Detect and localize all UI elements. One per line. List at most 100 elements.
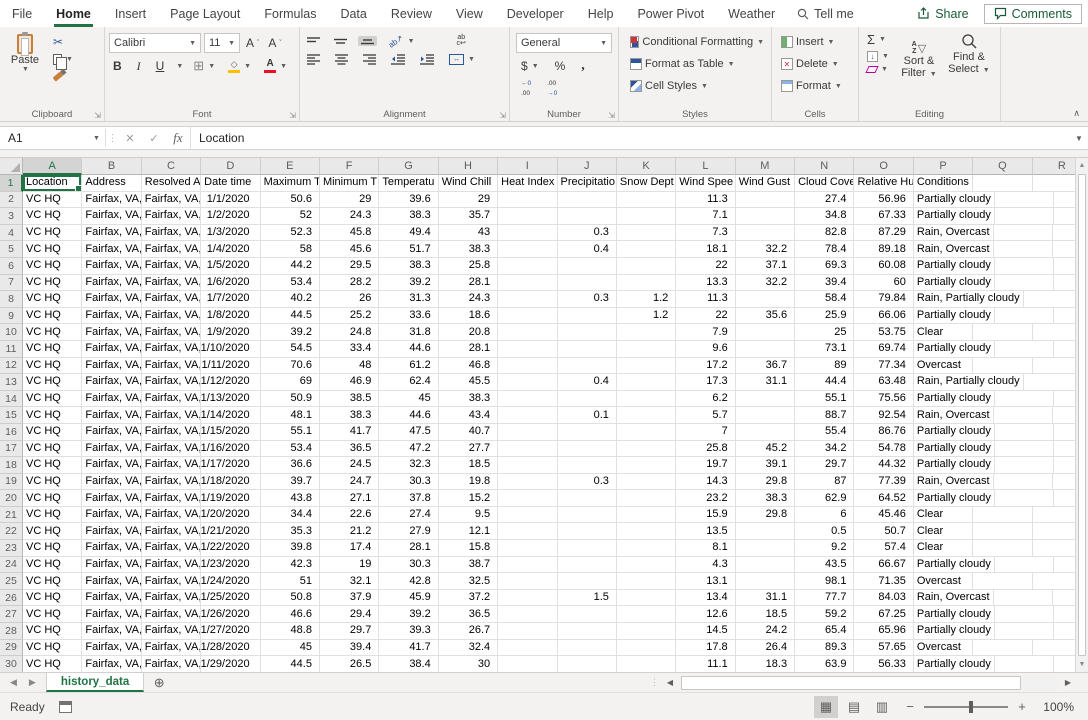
cell-O5[interactable]: 89.18 bbox=[854, 241, 913, 258]
cell-M2[interactable] bbox=[736, 192, 795, 209]
cell-L11[interactable]: 9.6 bbox=[676, 341, 735, 358]
cell-N5[interactable]: 78.4 bbox=[795, 241, 854, 258]
cell-I3[interactable] bbox=[498, 208, 557, 225]
cell-C21[interactable]: Fairfax, VA, bbox=[142, 507, 201, 524]
cell-M27[interactable]: 18.5 bbox=[736, 606, 795, 623]
cell-D24[interactable]: 1/23/2020 bbox=[201, 557, 260, 574]
cell-Q12[interactable] bbox=[973, 358, 1032, 375]
cell-styles-button[interactable]: Cell Styles▼ bbox=[627, 75, 767, 97]
cell-H27[interactable]: 36.5 bbox=[439, 606, 498, 623]
cell-P9[interactable]: Partially cloudy bbox=[914, 308, 995, 325]
cell-K5[interactable] bbox=[617, 241, 676, 258]
cell-K25[interactable] bbox=[617, 573, 676, 590]
cell-M16[interactable] bbox=[736, 424, 795, 441]
cell-M4[interactable] bbox=[736, 225, 795, 242]
select-all-corner[interactable] bbox=[0, 158, 23, 175]
cell-P6[interactable]: Partially cloudy bbox=[914, 258, 995, 275]
copy-button[interactable]: ▼ bbox=[50, 53, 76, 66]
cell-N26[interactable]: 77.7 bbox=[795, 590, 854, 607]
cell-O26[interactable]: 84.03 bbox=[854, 590, 913, 607]
cell-I19[interactable] bbox=[498, 474, 557, 491]
cell-F19[interactable]: 24.7 bbox=[320, 474, 379, 491]
cell-P19[interactable]: Rain, Overcast bbox=[914, 474, 994, 491]
cell-E19[interactable]: 39.7 bbox=[261, 474, 320, 491]
cell-N21[interactable]: 6 bbox=[795, 507, 854, 524]
cell-E18[interactable]: 36.6 bbox=[261, 457, 320, 474]
cell-I28[interactable] bbox=[498, 623, 557, 640]
cell-B14[interactable]: Fairfax, VA, bbox=[82, 391, 141, 408]
cell-H9[interactable]: 18.6 bbox=[439, 308, 498, 325]
orientation-dropdown-icon[interactable]: ▼ bbox=[408, 38, 415, 45]
cell-Q24[interactable] bbox=[995, 557, 1054, 574]
cell-M22[interactable] bbox=[736, 523, 795, 540]
cell-B4[interactable]: Fairfax, VA, bbox=[82, 225, 141, 242]
cell-K19[interactable] bbox=[617, 474, 676, 491]
cell-A30[interactable]: VC HQ bbox=[23, 656, 82, 672]
cell-L30[interactable]: 11.1 bbox=[676, 656, 735, 672]
cell-L1[interactable]: Wind Spee bbox=[676, 175, 735, 192]
cell-I17[interactable] bbox=[498, 441, 557, 458]
cell-K6[interactable] bbox=[617, 258, 676, 275]
cell-J12[interactable] bbox=[558, 358, 617, 375]
cell-Q23[interactable] bbox=[973, 540, 1032, 557]
cell-G18[interactable]: 32.3 bbox=[379, 457, 438, 474]
cell-O15[interactable]: 92.54 bbox=[854, 407, 913, 424]
font-size-combo[interactable]: 11▼ bbox=[204, 33, 240, 53]
cell-A2[interactable]: VC HQ bbox=[23, 192, 82, 209]
cell-B20[interactable]: Fairfax, VA, bbox=[82, 490, 141, 507]
cell-A28[interactable]: VC HQ bbox=[23, 623, 82, 640]
page-break-view-button[interactable]: ▥ bbox=[870, 696, 894, 718]
cell-Q16[interactable] bbox=[995, 424, 1054, 441]
cell-E12[interactable]: 70.6 bbox=[261, 358, 320, 375]
column-header-I[interactable]: I bbox=[498, 158, 557, 175]
row-header-1[interactable]: 1 bbox=[0, 175, 23, 192]
font-dialog-launcher[interactable]: ⇲ bbox=[289, 111, 296, 120]
cell-H15[interactable]: 43.4 bbox=[439, 407, 498, 424]
cell-L8[interactable]: 11.3 bbox=[676, 291, 735, 308]
cell-P29[interactable]: Overcast bbox=[914, 640, 973, 657]
decrease-font-button[interactable]: Aˇ bbox=[265, 35, 284, 51]
cell-D17[interactable]: 1/16/2020 bbox=[201, 441, 260, 458]
cell-M1[interactable]: Wind Gust bbox=[736, 175, 795, 192]
cell-D12[interactable]: 1/11/2020 bbox=[201, 358, 260, 375]
cell-O4[interactable]: 87.29 bbox=[854, 225, 913, 242]
cell-D21[interactable]: 1/20/2020 bbox=[201, 507, 260, 524]
cell-O14[interactable]: 75.56 bbox=[854, 391, 913, 408]
cell-M30[interactable]: 18.3 bbox=[736, 656, 795, 672]
cell-L17[interactable]: 25.8 bbox=[676, 441, 735, 458]
cell-C24[interactable]: Fairfax, VA, bbox=[142, 557, 201, 574]
cell-Q11[interactable] bbox=[995, 341, 1054, 358]
cell-L10[interactable]: 7.9 bbox=[676, 324, 735, 341]
cell-G16[interactable]: 47.5 bbox=[379, 424, 438, 441]
cell-H10[interactable]: 20.8 bbox=[439, 324, 498, 341]
cell-K10[interactable] bbox=[617, 324, 676, 341]
cell-N24[interactable]: 43.5 bbox=[795, 557, 854, 574]
cell-P22[interactable]: Clear bbox=[914, 523, 973, 540]
cell-H2[interactable]: 29 bbox=[439, 192, 498, 209]
cell-A27[interactable]: VC HQ bbox=[23, 606, 82, 623]
cell-E10[interactable]: 39.2 bbox=[261, 324, 320, 341]
cell-O21[interactable]: 45.46 bbox=[854, 507, 913, 524]
conditional-formatting-button[interactable]: Conditional Formatting▼ bbox=[627, 31, 767, 53]
cell-L13[interactable]: 17.3 bbox=[676, 374, 735, 391]
cell-A9[interactable]: VC HQ bbox=[23, 308, 82, 325]
cell-A10[interactable]: VC HQ bbox=[23, 324, 82, 341]
cell-D1[interactable]: Date time bbox=[201, 175, 260, 192]
cell-M7[interactable]: 32.2 bbox=[736, 275, 795, 292]
cell-F4[interactable]: 45.8 bbox=[320, 225, 379, 242]
tab-developer[interactable]: Developer bbox=[495, 0, 576, 27]
cell-B9[interactable]: Fairfax, VA, bbox=[82, 308, 141, 325]
cell-J4[interactable]: 0.3 bbox=[558, 225, 617, 242]
merge-center-dropdown-icon[interactable]: ▼ bbox=[468, 56, 475, 63]
cell-C28[interactable]: Fairfax, VA, bbox=[142, 623, 201, 640]
clipboard-dialog-launcher[interactable]: ⇲ bbox=[94, 111, 101, 120]
cell-I25[interactable] bbox=[498, 573, 557, 590]
cell-K22[interactable] bbox=[617, 523, 676, 540]
column-header-G[interactable]: G bbox=[379, 158, 438, 175]
cell-M29[interactable]: 26.4 bbox=[736, 640, 795, 657]
row-header-13[interactable]: 13 bbox=[0, 374, 23, 391]
cell-D15[interactable]: 1/14/2020 bbox=[201, 407, 260, 424]
cell-D10[interactable]: 1/9/2020 bbox=[201, 324, 260, 341]
cell-G28[interactable]: 39.3 bbox=[379, 623, 438, 640]
cell-B26[interactable]: Fairfax, VA, bbox=[82, 590, 141, 607]
